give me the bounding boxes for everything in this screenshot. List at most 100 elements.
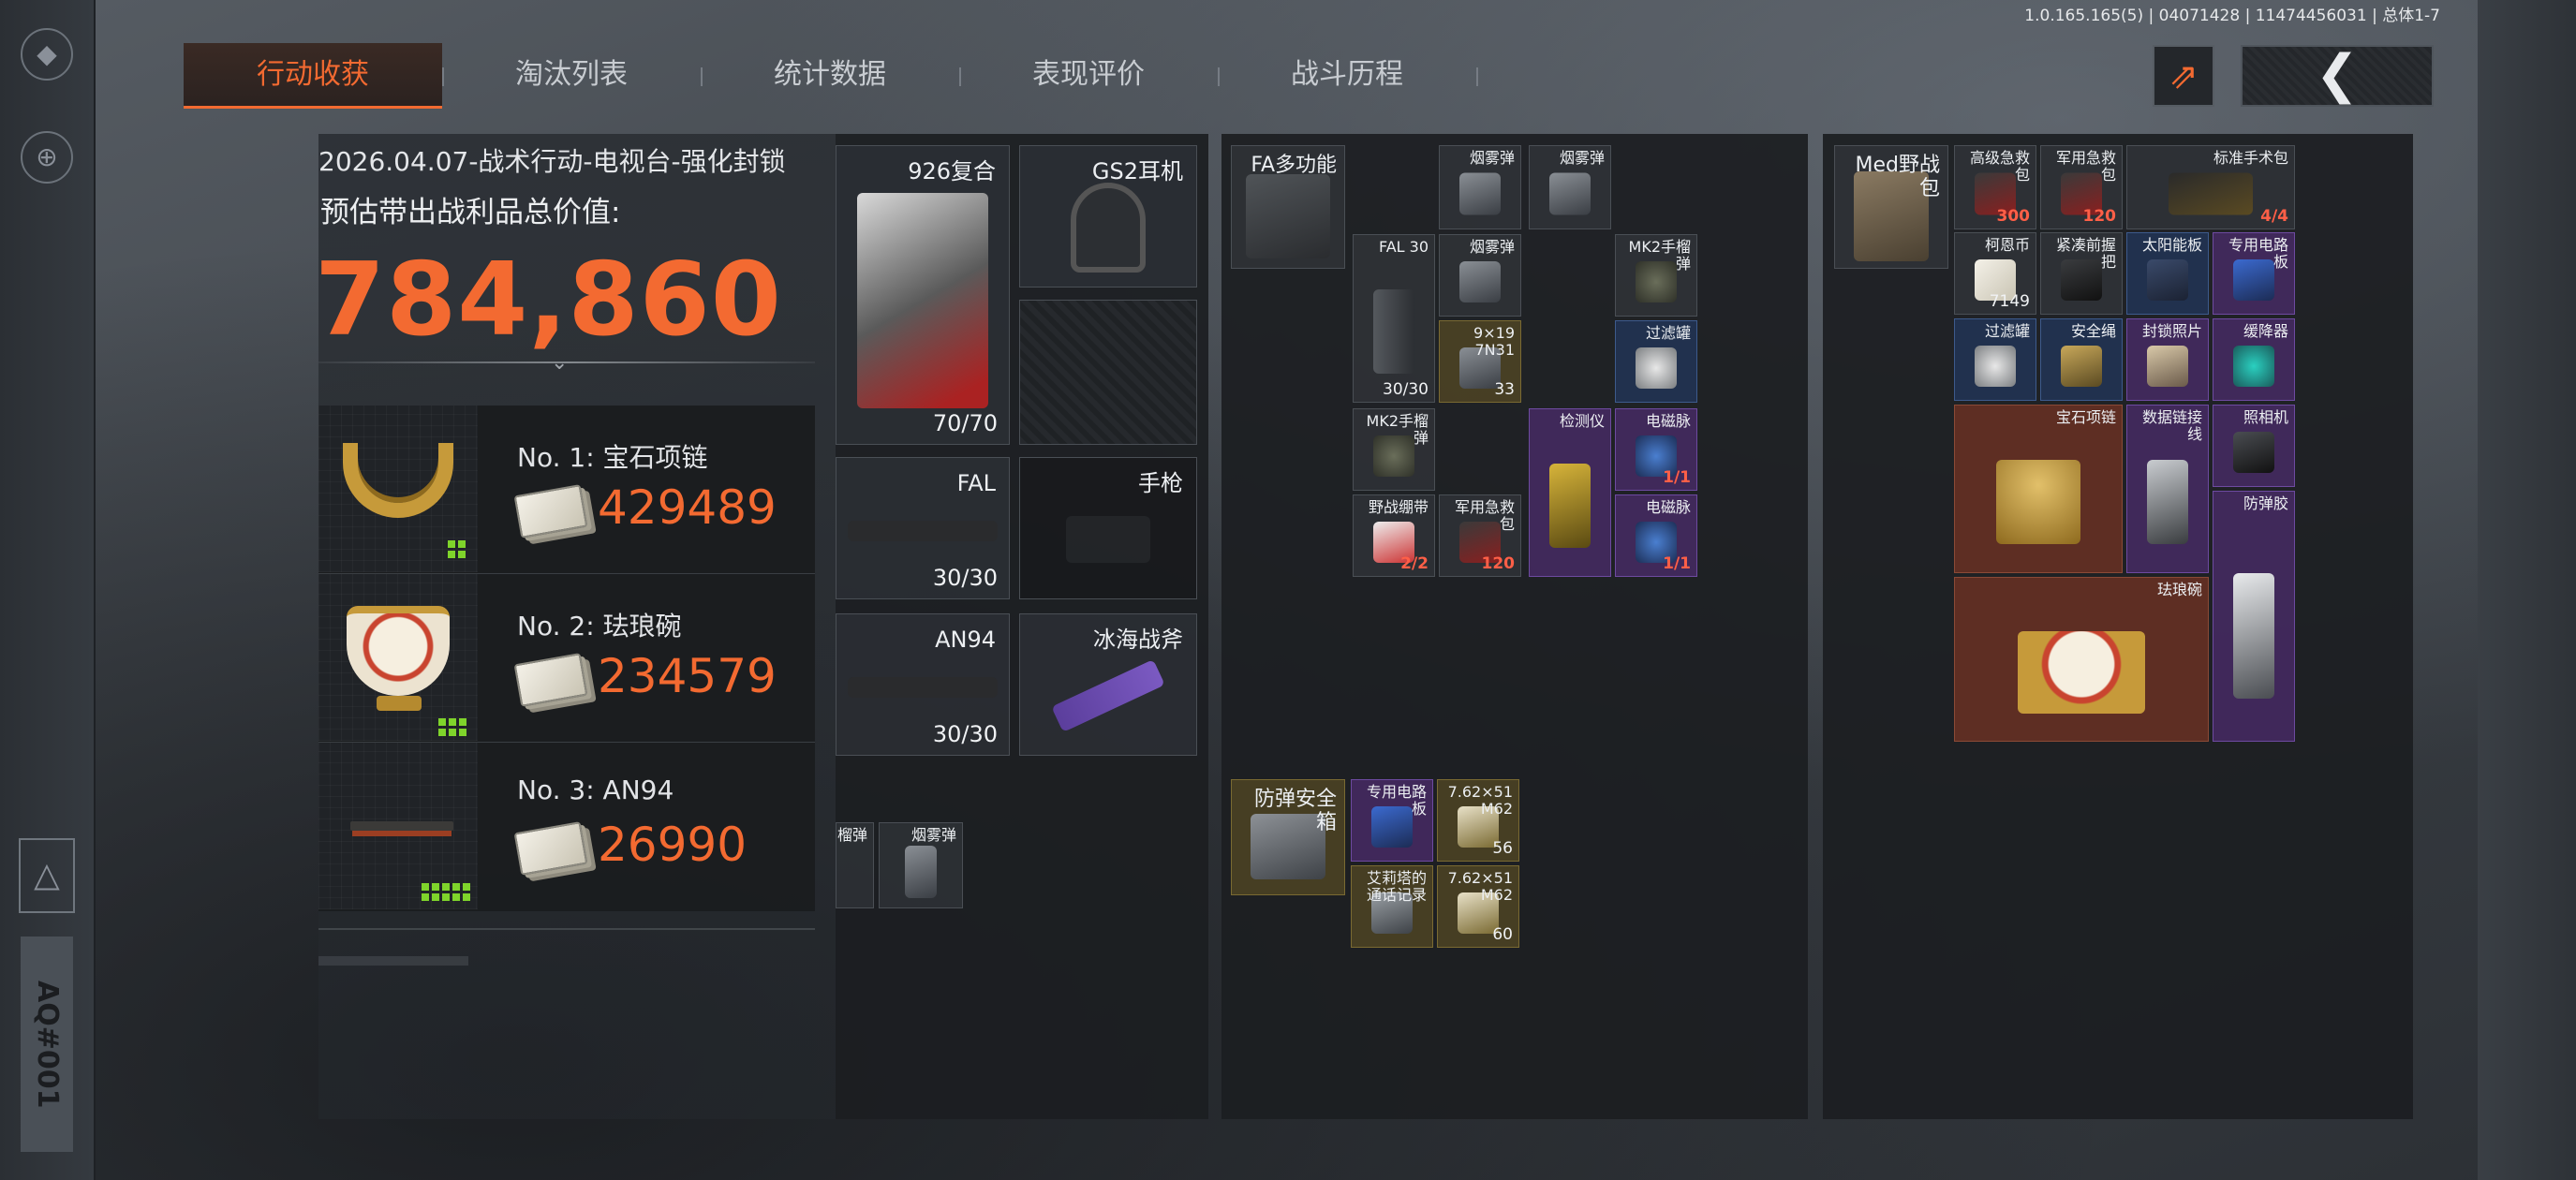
share-button[interactable]: ⇗ [2153, 45, 2214, 107]
item-price: 26990 [598, 818, 748, 872]
back-button[interactable]: ❮ [2241, 45, 2434, 107]
item-icon [2169, 172, 2253, 215]
inventory-item[interactable]: 军用急救包 120 [1439, 494, 1521, 577]
inventory-item[interactable]: 7.62×51 M62 56 [1437, 779, 1519, 862]
top-item-3[interactable]: No. 3: AN94 26990 [318, 743, 815, 911]
item-icon [2147, 460, 2188, 545]
top-item-1[interactable]: No. 1: 宝石项链 429489 [318, 406, 815, 574]
item-name: Med野战包 [1855, 154, 1940, 201]
inventory-item[interactable]: 军用急救包 120 [2040, 145, 2123, 229]
item-count: 1/1 [1663, 554, 1691, 573]
rifle-icon [350, 821, 453, 831]
inventory-item[interactable]: 检测仪 [1529, 408, 1611, 577]
inventory-item[interactable]: 防弹胶 [2213, 491, 2295, 742]
item-name: 高级急救包 [1969, 149, 2030, 184]
item-count: 30/30 [1383, 380, 1429, 399]
item-count: 56 [1492, 839, 1513, 858]
item-icon [1459, 172, 1501, 215]
inventory-item[interactable]: 过滤罐 [1954, 318, 2036, 401]
item-price: 234579 [598, 649, 777, 703]
inventory-item[interactable]: MK2手榴弹 [1615, 234, 1697, 317]
inventory-item[interactable]: 专用电路板 [2213, 232, 2295, 315]
cash-icon [513, 484, 588, 538]
primary-weapon-1-slot[interactable]: FAL 30/30 [836, 457, 1010, 599]
inventory-item[interactable]: 安全绳 [2040, 318, 2123, 401]
inventory-item[interactable]: 标准手术包 4/4 [2126, 145, 2295, 229]
chevron-down-icon[interactable]: ⌄ [551, 351, 568, 375]
operation-info: 2026.04.07-战术行动-电视台-强化封锁 [318, 146, 786, 177]
inventory-item[interactable]: 电磁脉 1/1 [1615, 408, 1697, 491]
inventory-item[interactable]: 珐琅碗 [1954, 577, 2209, 742]
left-side-strip: ◆ ⊕ △ AQ#001 [0, 0, 96, 1180]
item-name: 军用急救包 [1454, 498, 1515, 534]
item-name: MK2手榴弹 [1366, 412, 1429, 448]
bowl-icon [347, 606, 450, 696]
pistol-slot[interactable]: 手枪 [1019, 457, 1197, 599]
inventory-item[interactable]: 紧凑前握把 [2040, 232, 2123, 315]
item-name: MK2手榴弹 [1628, 238, 1691, 273]
primary-weapon-2-slot[interactable]: AN94 30/30 [836, 613, 1010, 756]
inventory-item[interactable]: MK2手榴弹 [1353, 408, 1435, 491]
inventory-item[interactable]: 缓降器 [2213, 318, 2295, 401]
inventory-item[interactable]: 电磁脉 1/1 [1615, 494, 1697, 577]
inventory-item[interactable]: 野战绷带 2/2 [1353, 494, 1435, 577]
inventory-item[interactable]: 照相机 [2213, 405, 2295, 487]
item-icon [1373, 289, 1414, 375]
inventory-item[interactable]: FAL 30 30/30 [1353, 234, 1435, 403]
pocket-slot[interactable]: 榴弹 [836, 822, 874, 908]
divider [318, 928, 815, 930]
inventory-item[interactable]: 艾莉塔的通话记录 [1351, 865, 1433, 948]
empty-slot[interactable] [1019, 300, 1197, 445]
tab-statistics[interactable]: 统计数据 [701, 43, 961, 109]
inventory-item[interactable]: 烟雾弹 [1439, 234, 1521, 317]
item-name: AN94 [935, 627, 996, 653]
inventory-item[interactable]: 过滤罐 [1615, 320, 1697, 403]
rig-icon [1246, 174, 1330, 259]
item-name: 926复合 [908, 158, 996, 184]
tab-label: 统计数据 [774, 58, 886, 91]
diamond-icon: ◆ [21, 28, 73, 81]
tab-label: 表现评价 [1032, 58, 1145, 91]
inventory-item[interactable]: 9×19 7N31 33 [1439, 320, 1521, 403]
inventory-item[interactable]: 专用电路板 [1351, 779, 1433, 862]
tab-battle-history[interactable]: 战斗历程 [1218, 43, 1478, 109]
armor-icon [857, 193, 988, 409]
inventory-item[interactable]: 柯恩币 7149 [1954, 232, 2036, 315]
safe-box-slot[interactable]: 防弹安全箱 [1231, 779, 1345, 895]
item-icon [2233, 345, 2274, 387]
smoke-grenade-icon [905, 846, 937, 899]
inventory-item[interactable]: 太阳能板 [2126, 232, 2209, 315]
tab-action-loot[interactable]: 行动收获 [184, 43, 444, 109]
item-icon [1975, 345, 2016, 387]
inventory-item[interactable]: 宝石项链 [1954, 405, 2123, 573]
inventory-item[interactable]: 烟雾弹 [1439, 145, 1521, 229]
inventory-item[interactable]: 高级急救包 300 [1954, 145, 2036, 229]
tab-elimination-list[interactable]: 淘汰列表 [442, 43, 703, 109]
item-name: 军用急救包 [2055, 149, 2116, 184]
necklace-icon [343, 443, 453, 518]
size-grid-icon [422, 883, 470, 901]
item-name: 烟雾弹 [910, 826, 956, 844]
tab-separator [1476, 67, 1478, 86]
item-name: 7.62×51 M62 [1447, 783, 1513, 819]
item-icon [1549, 172, 1591, 215]
melee-slot[interactable]: 冰海战斧 [1019, 613, 1197, 756]
item-icon [1636, 347, 1677, 389]
item-name: 检测仪 [1559, 412, 1605, 430]
chest-rig-slot[interactable]: FA多功能 [1231, 145, 1345, 269]
item-name: 缓降器 [2243, 322, 2288, 340]
tab-performance[interactable]: 表现评价 [959, 43, 1220, 109]
inventory-item[interactable]: 7.62×51 M62 60 [1437, 865, 1519, 948]
inventory-item[interactable]: 封锁照片 [2126, 318, 2209, 401]
right-side-strip [2478, 0, 2576, 1180]
inventory-item[interactable]: 烟雾弹 [1529, 145, 1611, 229]
top-item-2[interactable]: No. 2: 珐琅碗 234579 [318, 574, 815, 743]
headset-slot[interactable]: GS2耳机 [1019, 145, 1197, 288]
pocket-slot[interactable]: 烟雾弹 [879, 822, 963, 908]
item-name: 专用电路板 [2228, 236, 2288, 272]
armor-slot[interactable]: 926复合 70/70 [836, 145, 1010, 445]
inventory-item[interactable]: 数据链接线 [2126, 405, 2209, 573]
item-name: 电磁脉 [1645, 498, 1691, 516]
item-name: 9×19 7N31 [1473, 324, 1515, 360]
backpack-slot[interactable]: Med野战包 [1834, 145, 1948, 269]
